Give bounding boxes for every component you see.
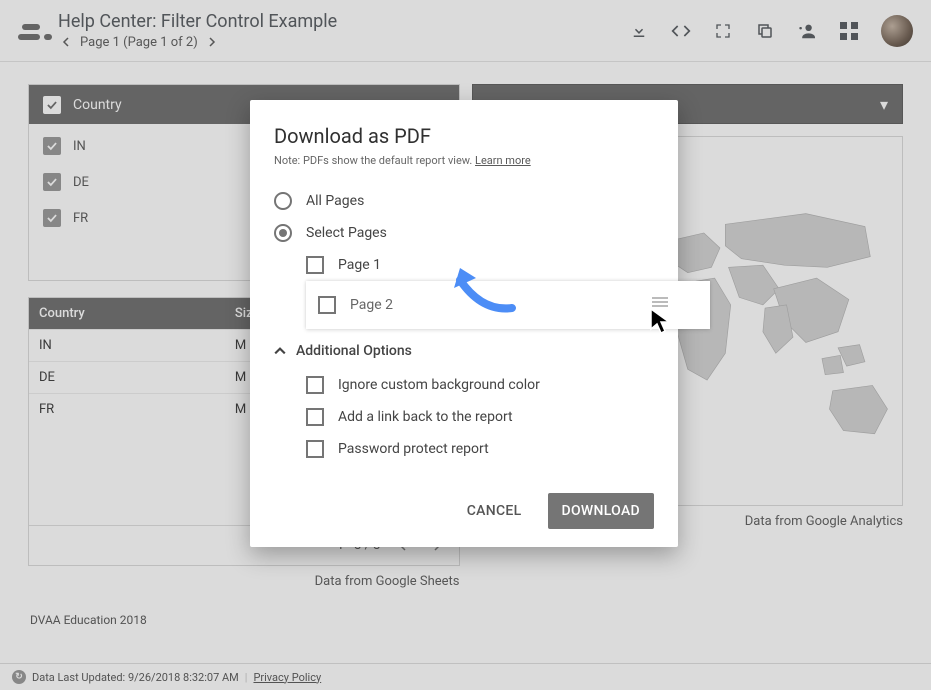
checkbox-label: Add a link back to the report: [338, 409, 513, 425]
download-pdf-dialog: Download as PDF Note: PDFs show the defa…: [250, 100, 678, 547]
checkbox-icon: [306, 376, 324, 394]
checkbox-ignore-bg[interactable]: Ignore custom background color: [274, 369, 654, 401]
checkbox-page1[interactable]: Page 1: [274, 249, 654, 281]
section-header: Additional Options: [296, 343, 412, 359]
cancel-button[interactable]: CANCEL: [459, 495, 530, 527]
learn-more-link[interactable]: Learn more: [475, 154, 531, 167]
checkbox-icon: [306, 408, 324, 426]
checkbox-label: Ignore custom background color: [338, 377, 540, 393]
chevron-up-icon: [274, 345, 286, 357]
checkbox-label: Page 2: [350, 297, 393, 313]
checkbox-icon: [306, 440, 324, 458]
checkbox-icon: [318, 296, 336, 314]
radio-select-pages[interactable]: Select Pages: [274, 217, 654, 249]
additional-options-toggle[interactable]: Additional Options: [274, 333, 654, 369]
checkbox-page2[interactable]: Page 2: [306, 281, 710, 329]
dialog-note: Note: PDFs show the default report view.…: [274, 154, 654, 167]
download-button[interactable]: DOWNLOAD: [548, 493, 655, 529]
checkbox-password[interactable]: Password protect report: [274, 433, 654, 465]
checkbox-label: Password protect report: [338, 441, 489, 457]
checkbox-add-link[interactable]: Add a link back to the report: [274, 401, 654, 433]
radio-selected-icon: [274, 224, 292, 242]
radio-label: All Pages: [306, 193, 364, 209]
checkbox-label: Page 1: [338, 257, 381, 273]
radio-all-pages[interactable]: All Pages: [274, 185, 654, 217]
radio-label: Select Pages: [306, 225, 387, 241]
dialog-title: Download as PDF: [274, 124, 654, 148]
radio-icon: [274, 192, 292, 210]
checkbox-icon: [306, 256, 324, 274]
drag-handle-icon[interactable]: [652, 297, 668, 307]
